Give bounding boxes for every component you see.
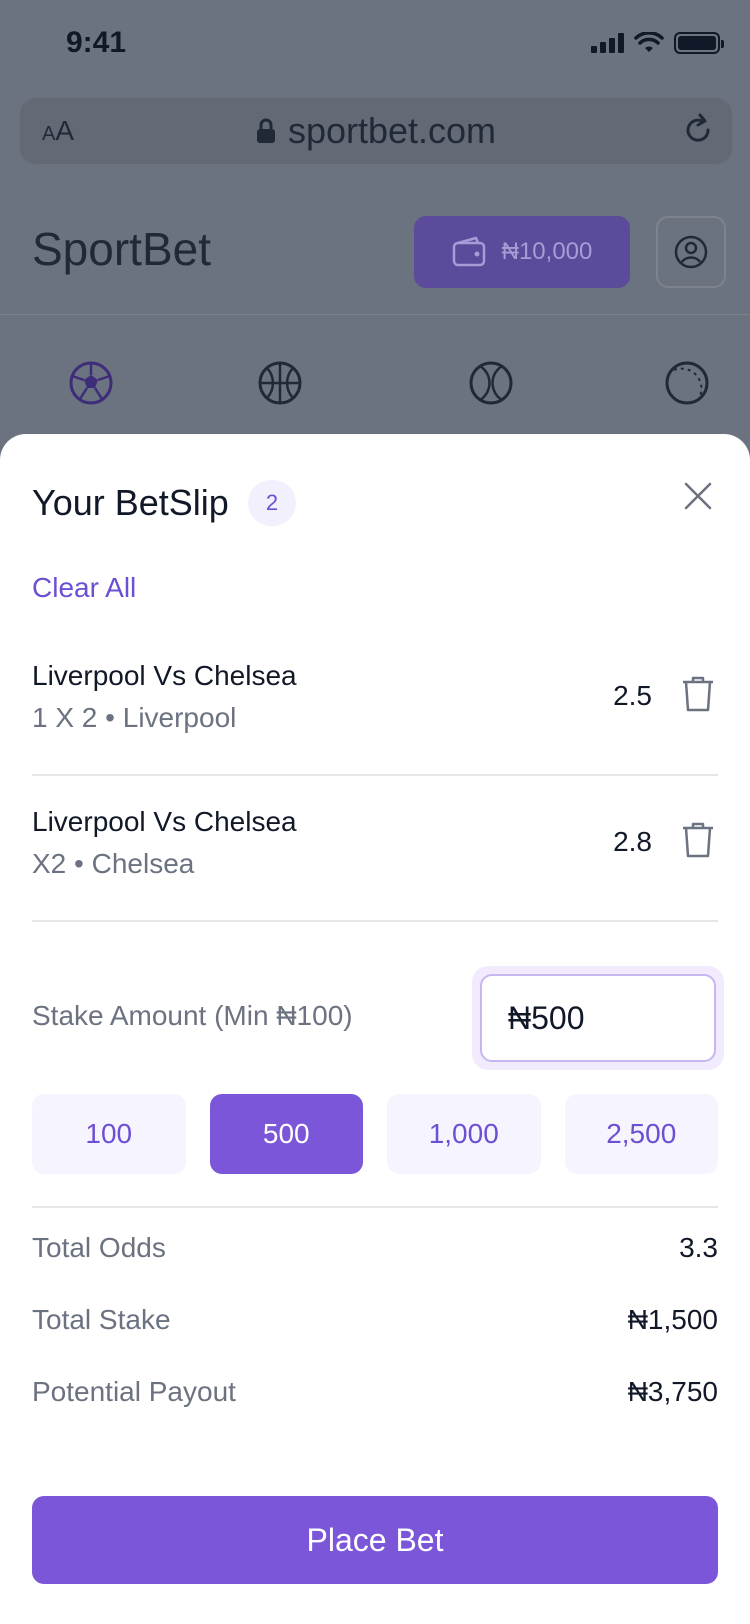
status-icons xyxy=(591,32,724,54)
total-odds-row: Total Odds 3.3 xyxy=(32,1232,718,1272)
quick-stake-100[interactable]: 100 xyxy=(32,1094,186,1174)
background-page: 9:41 AA sportbet.com SportBet ₦10,000 xyxy=(0,0,750,460)
close-icon[interactable] xyxy=(680,478,716,514)
reload-icon[interactable] xyxy=(680,112,716,148)
lock-icon xyxy=(256,118,275,143)
status-time: 9:41 xyxy=(66,26,127,59)
bet-selection: X2 • Chelsea xyxy=(32,848,195,879)
total-odds-value: 3.3 xyxy=(679,1232,718,1263)
site-header: SportBet ₦10,000 xyxy=(0,190,750,315)
stake-amount-input[interactable] xyxy=(480,974,716,1062)
betslip-sheet: Your BetSlip 2 Clear All Liverpool Vs Ch… xyxy=(0,434,750,1624)
wallet-button[interactable]: ₦10,000 xyxy=(414,216,630,288)
tennis-ball-icon[interactable] xyxy=(468,360,514,406)
potential-payout-value: ₦3,750 xyxy=(627,1376,718,1407)
stake-amount-label: Stake Amount (Min ₦100) xyxy=(32,1000,353,1031)
quick-stake-chips: 100 500 1,000 2,500 xyxy=(32,1094,718,1174)
stake-input-wrapper xyxy=(472,966,724,1070)
url-text: sportbet.com xyxy=(287,110,497,151)
basketball-icon[interactable] xyxy=(257,360,303,406)
trash-icon[interactable] xyxy=(680,674,716,714)
browser-url-bar[interactable]: AA sportbet.com xyxy=(20,98,732,164)
bet-match: Liverpool Vs Chelsea xyxy=(32,660,297,691)
url-display[interactable]: sportbet.com xyxy=(20,110,732,152)
bet-selection: 1 X 2 • Liverpool xyxy=(32,702,237,733)
potential-payout-row: Potential Payout ₦3,750 xyxy=(32,1376,718,1416)
total-odds-label: Total Odds xyxy=(32,1232,166,1263)
quick-stake-500[interactable]: 500 xyxy=(209,1094,363,1174)
divider xyxy=(32,1206,718,1208)
bet-odds: 2.8 xyxy=(613,826,652,857)
betslip-title: Your BetSlip xyxy=(32,482,229,523)
bet-odds: 2.5 xyxy=(613,680,652,711)
cellular-signal-icon xyxy=(591,33,624,53)
bet-item: Liverpool Vs Chelsea X2 • Chelsea 2.8 xyxy=(32,776,718,922)
wifi-icon xyxy=(634,32,664,52)
battery-icon xyxy=(674,32,724,54)
wallet-icon xyxy=(452,236,485,267)
place-bet-button[interactable]: Place Bet xyxy=(32,1496,718,1584)
potential-payout-label: Potential Payout xyxy=(32,1376,236,1407)
bet-item: Liverpool Vs Chelsea 1 X 2 • Liverpool 2… xyxy=(32,630,718,776)
soccer-ball-icon[interactable] xyxy=(68,360,114,406)
betslip-count-badge: 2 xyxy=(248,480,296,526)
total-stake-value: ₦1,500 xyxy=(627,1304,718,1335)
total-stake-label: Total Stake xyxy=(32,1304,171,1335)
bet-match: Liverpool Vs Chelsea xyxy=(32,806,297,837)
total-stake-row: Total Stake ₦1,500 xyxy=(32,1304,718,1344)
user-icon xyxy=(674,235,708,269)
quick-stake-2500[interactable]: 2,500 xyxy=(564,1094,718,1174)
wallet-balance: ₦10,000 xyxy=(501,238,593,265)
sports-nav xyxy=(0,360,750,420)
quick-stake-1000[interactable]: 1,000 xyxy=(387,1094,541,1174)
brand-logo[interactable]: SportBet xyxy=(32,222,211,276)
baseball-icon[interactable] xyxy=(664,360,710,406)
clear-all-button[interactable]: Clear All xyxy=(32,572,136,604)
trash-icon[interactable] xyxy=(680,820,716,860)
status-bar: 9:41 xyxy=(0,0,750,90)
profile-button[interactable] xyxy=(656,216,726,288)
